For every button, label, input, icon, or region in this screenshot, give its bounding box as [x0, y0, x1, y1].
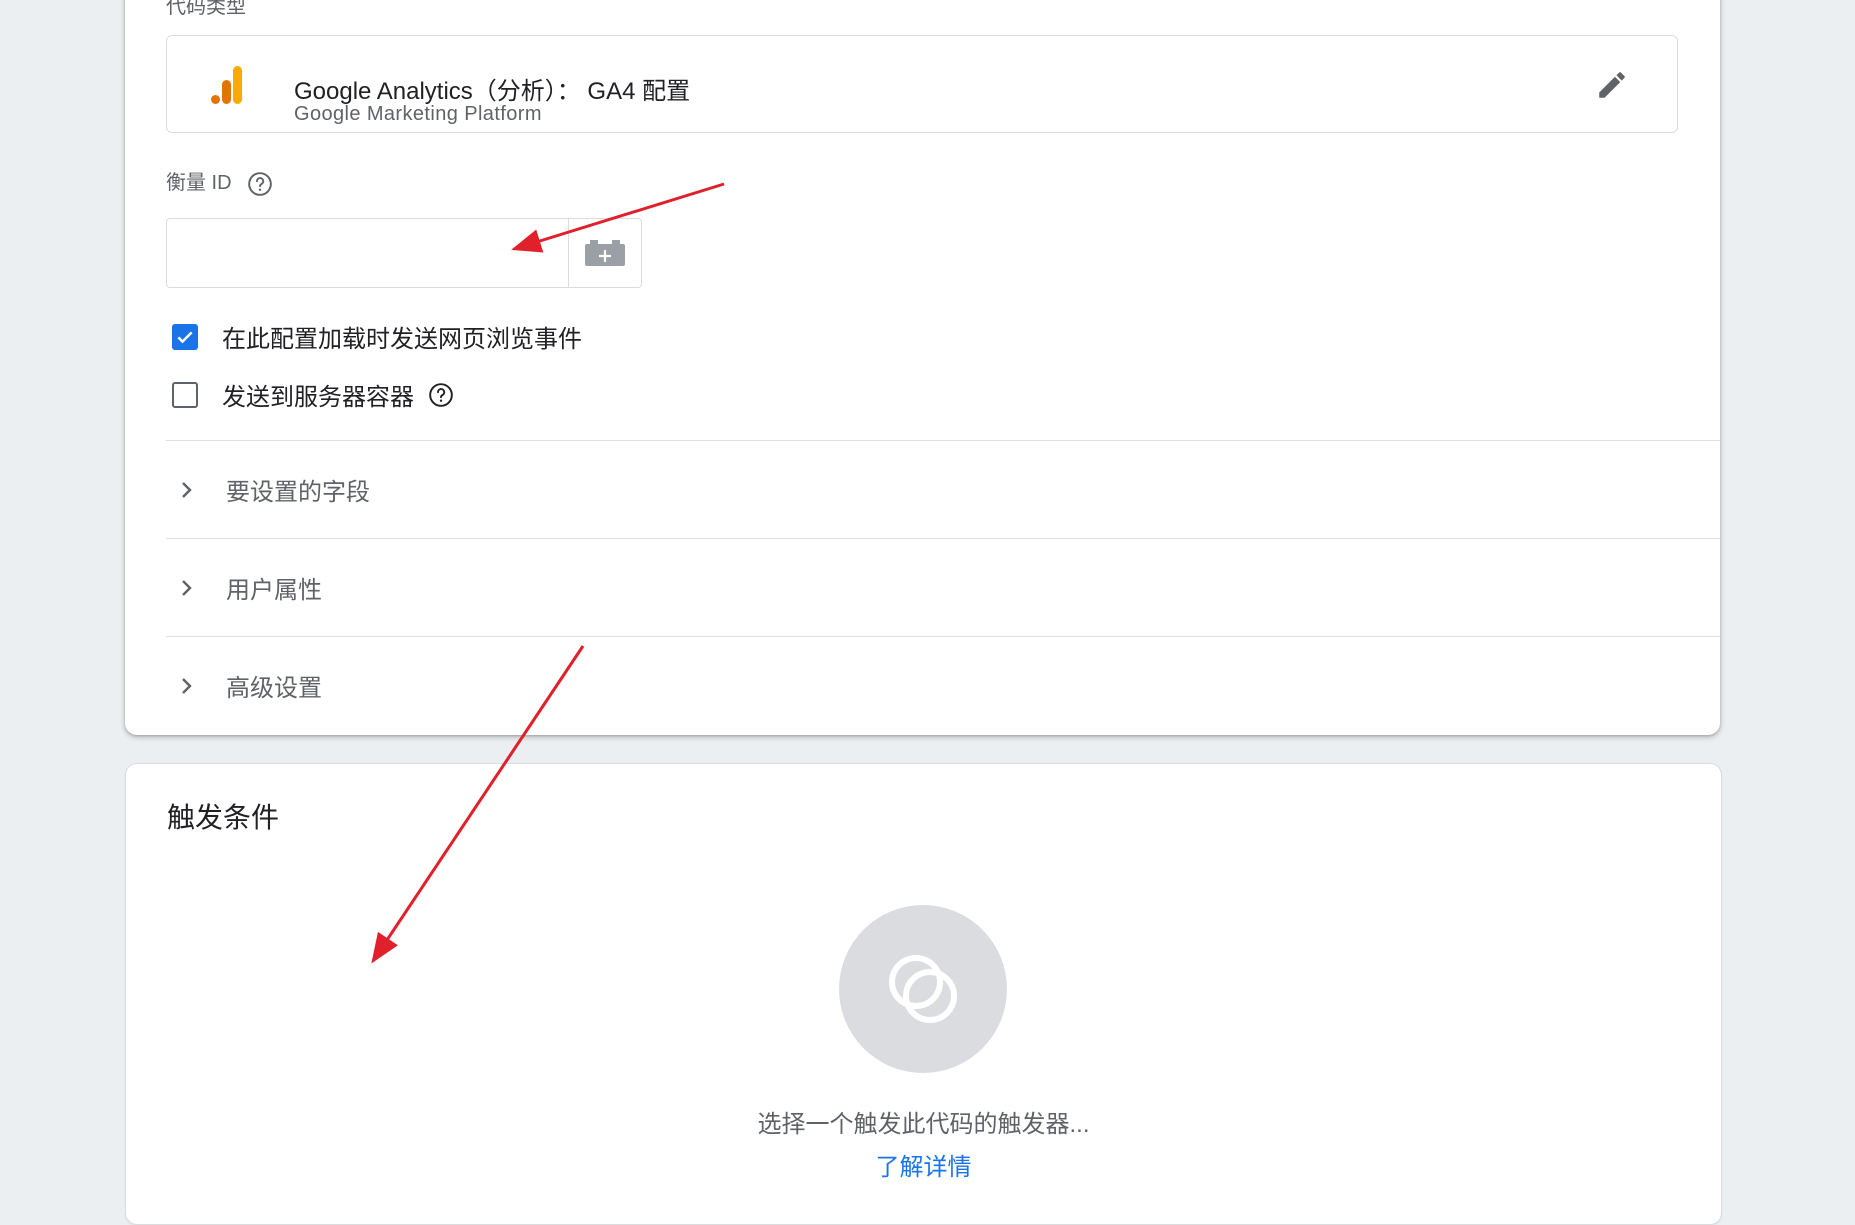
send-pageview-checkbox-row[interactable]: 在此配置加载时发送网页浏览事件	[172, 319, 582, 354]
send-to-server-label: 发送到服务器容器	[222, 384, 414, 411]
expander-label: 用户属性	[226, 577, 322, 604]
chevron-right-icon	[182, 481, 192, 498]
measurement-id-label: 衡量 ID	[166, 172, 232, 194]
insert-variable-button[interactable]	[568, 219, 641, 287]
edit-pencil-icon[interactable]	[1595, 68, 1629, 102]
measurement-id-input[interactable]	[167, 219, 568, 287]
tag-configuration-card: 代码类型 Google Analytics（分析）： GA4 配置 Google…	[125, 0, 1720, 735]
send-to-server-checkbox-row[interactable]: 发送到服务器容器	[172, 377, 454, 412]
checkmark-icon	[177, 331, 193, 343]
expander-user-properties[interactable]: 用户属性	[166, 539, 1720, 636]
google-analytics-icon	[211, 66, 242, 104]
chevron-right-icon	[182, 579, 192, 596]
help-circle-icon[interactable]	[428, 382, 454, 408]
tag-type-subtitle: Google Marketing Platform	[294, 103, 542, 125]
trigger-hint-text: 选择一个触发此代码的触发器...	[757, 1111, 1090, 1138]
send-pageview-checkbox[interactable]	[172, 323, 198, 350]
insert-variable-icon	[585, 240, 625, 266]
trigger-icon	[889, 955, 957, 1023]
triggering-title: 触发条件	[167, 802, 280, 833]
measurement-id-input-group	[166, 218, 642, 288]
send-to-server-checkbox[interactable]	[172, 381, 198, 408]
help-circle-icon[interactable]	[247, 171, 273, 197]
learn-more-link[interactable]: 了解详情	[126, 1147, 1721, 1182]
send-pageview-label: 在此配置加载时发送网页浏览事件	[222, 326, 582, 353]
chevron-right-icon	[182, 677, 192, 694]
tag-type-title: Google Analytics（分析）： GA4 配置	[294, 78, 691, 105]
triggering-card: 触发条件 选择一个触发此代码的触发器... 了解详情	[125, 763, 1722, 1225]
expander-advanced-settings[interactable]: 高级设置	[166, 637, 1720, 734]
choose-trigger-button[interactable]	[839, 905, 1007, 1073]
measurement-id-label-row: 衡量 ID	[166, 166, 273, 197]
expander-label: 要设置的字段	[226, 479, 370, 506]
expander-label: 高级设置	[226, 675, 322, 702]
expander-fields-to-set[interactable]: 要设置的字段	[166, 441, 1720, 538]
tag-type-label: 代码类型	[166, 0, 246, 18]
tag-type-selector[interactable]: Google Analytics（分析）： GA4 配置 Google Mark…	[166, 35, 1678, 133]
